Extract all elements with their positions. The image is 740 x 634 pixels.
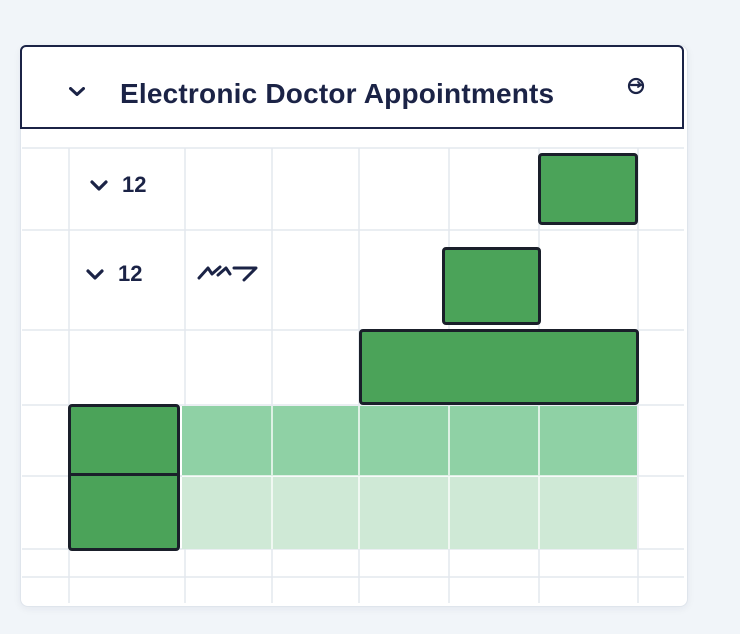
refresh-icon[interactable] [626,76,646,96]
panel-header[interactable]: Electronic Doctor Appointments [20,45,684,129]
chevron-down-icon[interactable] [86,268,104,280]
availability-band-row-2[interactable] [182,477,637,549]
appointment-block[interactable] [359,329,639,405]
row-header-1[interactable]: 12 [90,172,146,198]
row-header-2[interactable]: 12 [86,261,142,287]
appointment-block[interactable] [442,247,541,325]
row-label: 12 [122,172,147,197]
chevron-down-icon[interactable] [90,179,108,191]
row-label: 12 [118,261,143,286]
scribble-icon [197,265,258,282]
appointment-block[interactable] [68,473,180,551]
availability-band-row-1[interactable] [182,406,637,476]
appointment-block[interactable] [538,153,638,225]
appointment-block[interactable] [68,404,180,476]
panel-title: Electronic Doctor Appointments [120,78,555,109]
chevron-down-icon[interactable] [69,87,85,96]
